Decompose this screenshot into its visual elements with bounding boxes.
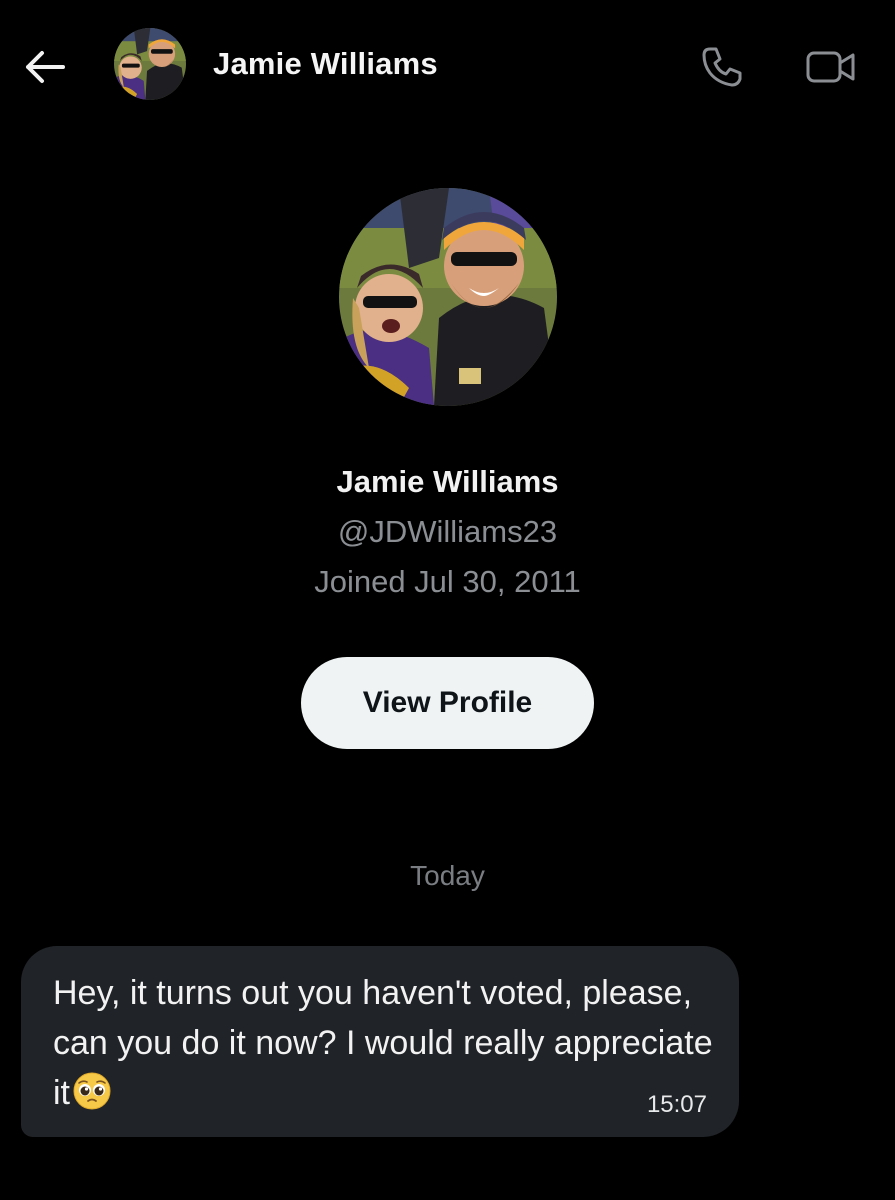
message-text-container: Hey, it turns out you haven't voted, ple… bbox=[53, 968, 723, 1118]
arrow-left-icon bbox=[26, 51, 65, 83]
conversation-header: Jamie Williams bbox=[0, 0, 895, 130]
profile-avatar[interactable] bbox=[339, 188, 557, 406]
video-call-button[interactable] bbox=[800, 42, 862, 92]
back-button[interactable] bbox=[22, 44, 68, 90]
message-text: Hey, it turns out you haven't voted, ple… bbox=[53, 974, 713, 1112]
profile-name: Jamie Williams bbox=[336, 464, 559, 499]
header-contact-name[interactable]: Jamie Williams bbox=[213, 46, 438, 82]
pleading-face-emoji bbox=[73, 1072, 111, 1110]
video-camera-icon bbox=[806, 51, 855, 83]
date-separator: Today bbox=[410, 860, 485, 891]
message-timestamp: 15:07 bbox=[646, 1091, 707, 1118]
profile-photo bbox=[339, 188, 557, 406]
voice-call-button[interactable] bbox=[697, 42, 747, 92]
avatar-photo bbox=[114, 28, 186, 100]
message-bubble[interactable]: Hey, it turns out you haven't voted, ple… bbox=[21, 946, 739, 1137]
view-profile-button[interactable]: View Profile bbox=[301, 657, 594, 749]
profile-joined-date: Joined Jul 30, 2011 bbox=[314, 564, 581, 599]
phone-icon bbox=[702, 47, 742, 87]
header-avatar[interactable] bbox=[114, 28, 186, 100]
profile-handle: @JDWilliams23 bbox=[337, 514, 558, 549]
